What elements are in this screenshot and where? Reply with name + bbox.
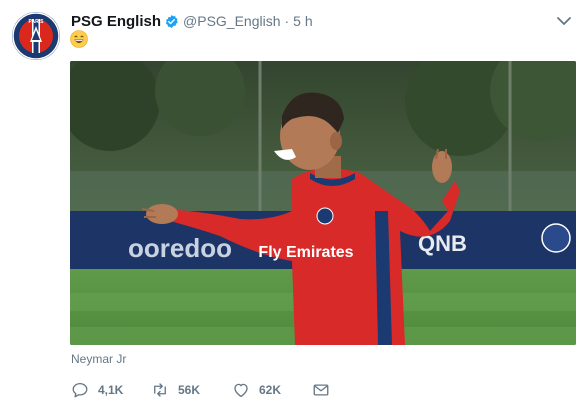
handle[interactable]: @PSG_English (183, 13, 280, 29)
separator-dot: · (284, 13, 290, 29)
heart-icon (234, 383, 248, 398)
retweet-icon (154, 383, 166, 397)
display-name[interactable]: PSG English (71, 13, 161, 30)
banner-sponsor-left: ooredoo (128, 233, 232, 263)
tweet[interactable]: PARIS PSG English @PSG_English · 5 h oor… (0, 0, 581, 401)
retweet-count: 56K (178, 383, 201, 397)
shirt-sponsor: Fly Emirates (258, 244, 353, 261)
tweet-media-photo[interactable]: ooredoo QNB Fly Emirates (70, 61, 576, 345)
tweet-header: PSG English @PSG_English · 5 h (71, 11, 313, 31)
retweet-button[interactable]: 56K (151, 380, 200, 400)
like-button[interactable]: 62K (232, 380, 281, 400)
avatar[interactable]: PARIS (12, 12, 60, 60)
media-caption[interactable]: Neymar Jr (71, 352, 126, 366)
media-photo: ooredoo QNB Fly Emirates (70, 61, 576, 345)
chevron-down-icon[interactable] (556, 14, 572, 26)
envelope-icon (313, 384, 329, 396)
verified-badge-icon (164, 14, 179, 29)
psg-crest-logo: PARIS (12, 12, 60, 60)
reply-button[interactable]: 4,1K (71, 380, 123, 400)
grinning-face-emoji (70, 30, 88, 48)
timestamp[interactable]: 5 h (293, 13, 312, 29)
direct-message-button[interactable] (312, 380, 330, 400)
reply-count: 4,1K (98, 383, 124, 397)
reply-icon (72, 382, 88, 398)
like-count: 62K (259, 383, 282, 397)
svg-text:PARIS: PARIS (29, 19, 45, 25)
